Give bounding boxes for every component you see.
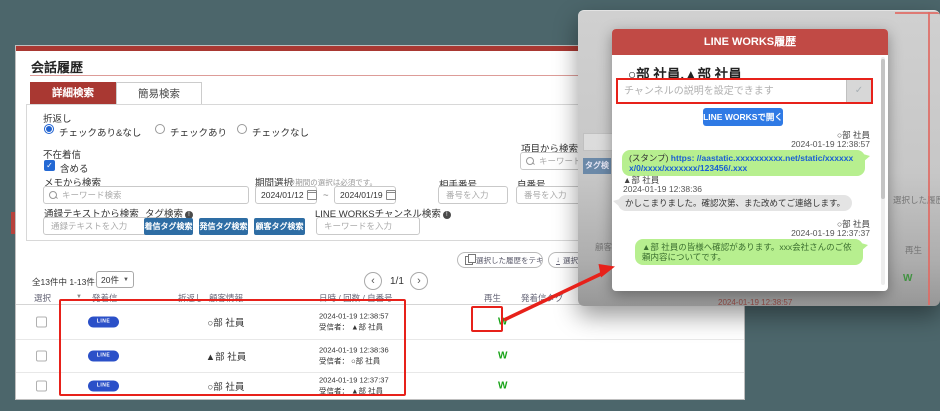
dimmed-red-box-edge [928,12,930,305]
period-from-field[interactable]: 2024/01/12 [255,186,317,204]
memo-search-input[interactable] [60,189,243,201]
datetime-cell: 2024-01-19 12:38:57 受信者： ▲部 社員 [319,311,389,332]
col-header-tags: 発着信タグ [521,292,564,304]
row-checkbox[interactable] [36,316,47,327]
partner-number-field[interactable] [438,186,508,204]
page-indicator: 1/1 [390,276,404,287]
dimmed-input-fragment [583,133,613,151]
scrollbar-thumb[interactable] [881,59,885,199]
lineworks-history-dialog: LINE WORKS履歴 ○部 社員,▲部 社員 ✓ LINE WORKSで開く… [612,29,888,291]
search-icon [49,191,57,199]
incoming-tag-search-button[interactable]: 着信タグ検索 [144,218,193,235]
col-header-select: 選択 [34,292,51,304]
datetime-cell: 2024-01-19 12:38:36 受信者： ○部 社員 [319,345,389,366]
period-tilde: ~ [323,190,329,201]
include-checkbox[interactable]: ✓ [44,160,55,171]
col-header-direction: 発着信 [92,292,118,304]
page-size-select[interactable]: 20件 ▼ [96,271,134,288]
dimmed-lineworks-icon: W [903,273,912,284]
dialog-scrollbar[interactable] [881,57,885,285]
customer-tag-search-button[interactable]: 顧客タグ検索 [254,218,305,235]
col-header-callback: 折返し [178,292,204,304]
col-header-play: 再生 [484,292,501,304]
channel-description-field-highlighted[interactable]: ✓ [616,78,873,104]
channel-description-input[interactable] [618,80,846,102]
radio-unchecked[interactable] [237,124,247,134]
search-icon [526,157,534,165]
row-checkbox[interactable] [36,350,47,361]
calendar-icon[interactable] [386,190,396,200]
period-to-field[interactable]: 2024/01/19 [334,186,396,204]
line-badge: LINE [88,350,119,361]
line-badge: LINE [88,316,119,327]
radio-checked-label[interactable]: チェックあり [170,125,227,139]
sort-caret-icon[interactable]: ▼ [76,294,82,300]
customer-name: ○部 社員 [166,379,286,393]
message-time: 2024-01-19 12:38:57 [791,140,870,149]
radio-unchecked-label[interactable]: チェックなし [252,125,309,139]
dimmed-red-box-edge [895,12,940,14]
period-from-value: 2024/01/12 [261,190,304,200]
dialog-header: LINE WORKS履歴 [612,29,888,55]
lineworks-play-icon[interactable]: W [498,350,507,361]
radio-checked[interactable] [155,124,165,134]
textize-selected-button[interactable]: 選択した履歴をテキスト化 [457,252,543,268]
dimmed-play-header: 再生 [905,244,922,256]
lineworks-play-icon[interactable]: W [498,316,507,327]
page-title: 会話履歴 [31,57,83,76]
message-time: 2024-01-19 12:37:37 [791,229,870,238]
chat-bubble: かしこまりました。確認次第、また改めてご連絡します。 [618,195,852,211]
chat-bubble-stamp: (スタンプ) https: //aastatic.xxxxxxxxxx.net/… [622,150,865,176]
partner-number-input[interactable] [444,189,502,201]
lw-channel-search-field[interactable] [316,217,420,235]
chevron-down-icon: ▼ [123,277,129,283]
calendar-icon[interactable] [307,190,317,200]
copy-icon [465,256,473,265]
callback-filter-label: 折返し [43,111,72,125]
outgoing-tag-search-button[interactable]: 発信タグ検索 [199,218,248,235]
dimmed-toolbar-text: 選択した履歴 [893,194,940,206]
customer-name: ▲部 社員 [166,349,286,363]
table-row[interactable]: LINE ▲部 社員 2024-01-19 12:38:36 受信者： ○部 社… [16,339,744,372]
col-header-datetime: 日時 / 回数 / 自番号 [319,292,393,304]
tab-simple-search[interactable]: 簡易検索 [116,82,202,104]
memo-search-field[interactable] [43,186,249,204]
dimmed-date-fragment: 2024-01-19 12:38:57 [718,298,792,306]
include-checkbox-label[interactable]: 含める [60,161,89,175]
message-time: 2024-01-19 12:38:36 [623,185,702,194]
prev-page-button[interactable]: ‹ [364,272,382,290]
download-icon: ↓ [556,256,560,265]
radio-check-both-label[interactable]: チェックあり&なし [59,125,141,139]
customer-name: ○部 社員 [166,315,286,329]
datetime-cell: 2024-01-19 12:37:37 受信者： ▲部 社員 [319,376,389,397]
table-row[interactable]: LINE ○部 社員 2024-01-19 12:38:57 受信者： ▲部 社… [16,304,744,339]
info-icon: ! [443,211,451,219]
lw-channel-search-input[interactable] [322,220,414,232]
chat-bubble: ▲部 社員の皆様へ確認があります。xxx会社さんのご依頼内容についてです。 [635,239,863,265]
lineworks-play-icon[interactable]: W [498,381,507,392]
missed-call-label: 不在着信 [43,147,81,161]
dimmed-tag-button-fragment: タグ検索 [583,158,611,174]
line-badge: LINE [88,381,119,392]
period-to-value: 2024/01/19 [340,190,383,200]
open-in-lineworks-button[interactable]: LINE WORKSで開く [703,108,783,126]
radio-check-both[interactable] [44,124,54,134]
next-page-button[interactable]: › [410,272,428,290]
row-checkbox[interactable] [36,381,47,392]
tab-detailed-search[interactable]: 詳細検索 [30,82,116,104]
lineworks-modal-screenshot: タグ検索 顧客情 選択した履歴 再生 W 2024-01-19 12:38:57… [578,10,940,306]
table-row[interactable]: LINE ○部 社員 2024-01-19 12:37:37 受信者： ▲部 社… [16,372,744,400]
confirm-check-button[interactable]: ✓ [846,80,871,102]
col-header-customer: 顧客情報 [209,292,243,304]
